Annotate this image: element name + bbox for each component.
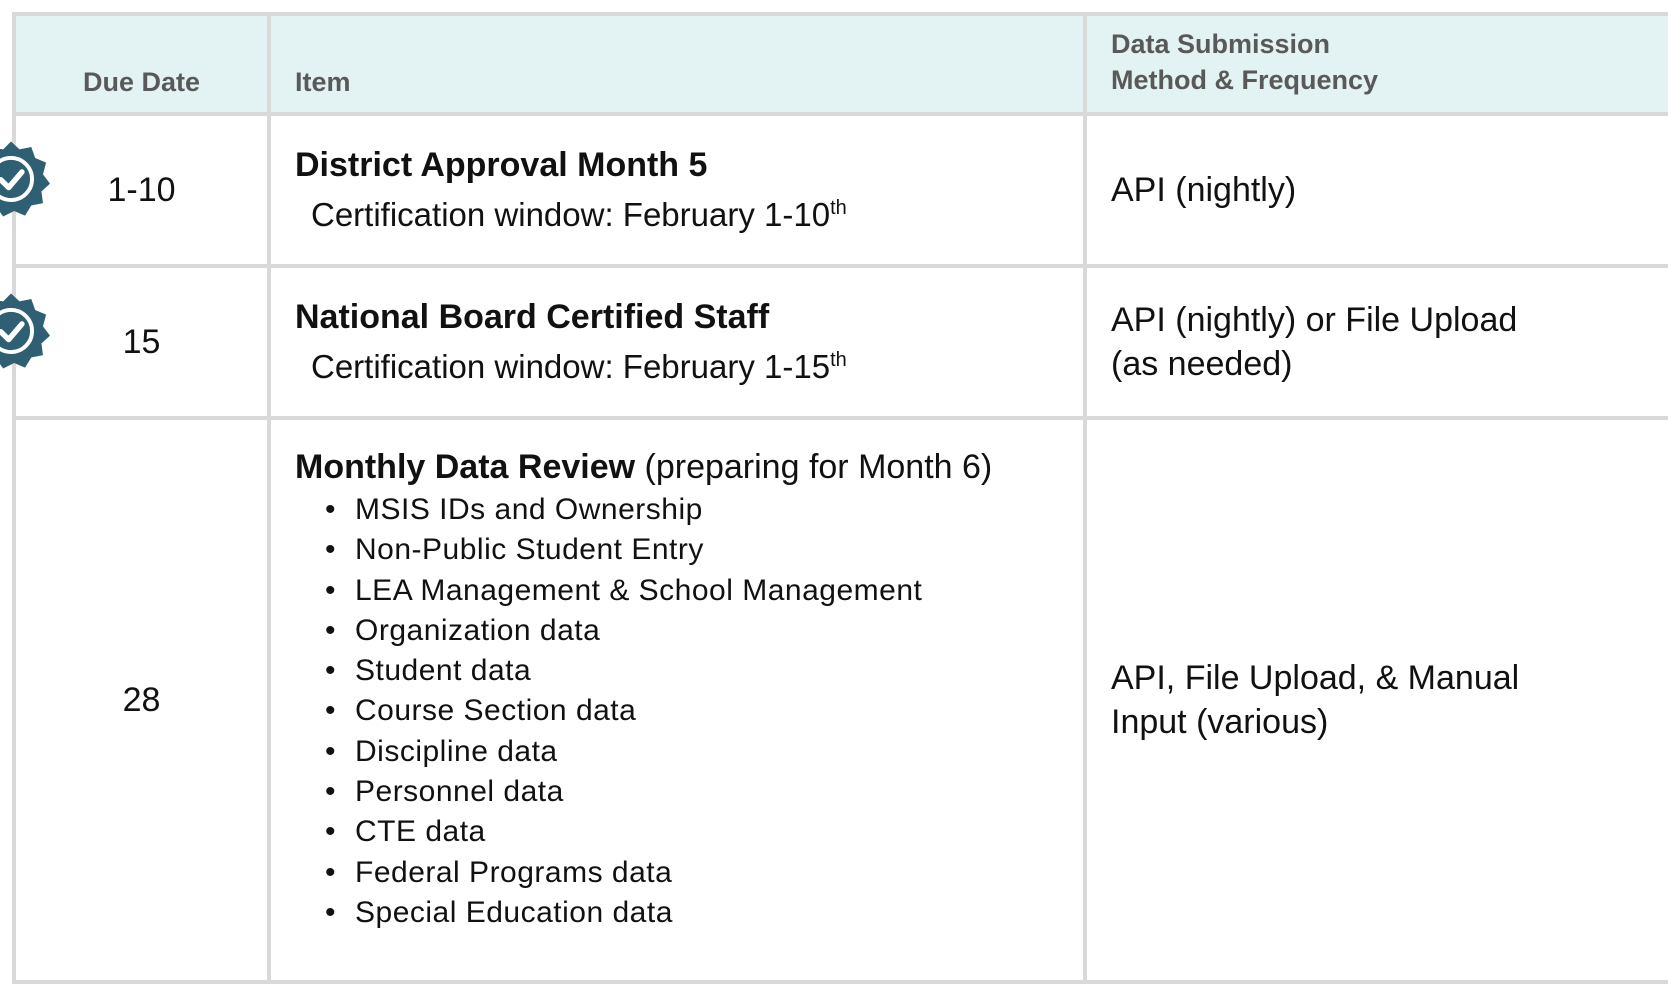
item-title: District Approval Month 5 [295, 145, 708, 184]
bullet-icon: • [325, 895, 337, 929]
list-item: • LEA Management & School Management [325, 571, 1073, 611]
table-row: 15 National Board Certified Staff Certif… [0, 264, 1668, 420]
item-cell: Monthly Data Review (preparing for Month… [267, 416, 1087, 984]
method-cell: API (nightly) or File Upload (as needed) [1083, 264, 1668, 420]
ordinal-suffix: th [830, 348, 847, 371]
item-title-suffix: (preparing for Month 6) [635, 448, 993, 486]
due-date-value: 15 [122, 322, 161, 361]
list-item-label: Student data [355, 654, 532, 688]
list-item: • Non-Public Student Entry [325, 530, 1073, 570]
list-item-label: MSIS IDs and Ownership [355, 493, 703, 526]
schedule-table: Due Date Item Data Submission Method & F… [0, 12, 1668, 984]
due-date-value: 28 [122, 680, 161, 719]
list-item-label: Non-Public Student Entry [355, 533, 704, 567]
list-item-label: Course Section data [355, 694, 637, 728]
item-title: National Board Certified Staff [295, 297, 770, 336]
certification-window-text: Certification window: February 1-10 [311, 195, 831, 233]
due-date-cell: 28 [12, 416, 271, 984]
bullet-icon: • [325, 855, 337, 889]
list-item-label: Personnel data [355, 775, 564, 809]
table-row: 28 Monthly Data Review (preparing for Mo… [12, 416, 1668, 984]
verified-check-badge-icon [0, 141, 50, 217]
item-cell: District Approval Month 5 Certification … [267, 112, 1087, 268]
ordinal-suffix: th [830, 196, 847, 219]
bullet-icon: • [325, 493, 337, 526]
list-item: • Student data [325, 651, 1073, 691]
column-header-method: Data Submission Method & Frequency [1083, 12, 1668, 116]
due-date-value: 1-10 [107, 170, 176, 209]
bullet-icon: • [325, 654, 337, 688]
list-item: • Personnel data [325, 772, 1073, 812]
method-cell: API, File Upload, & Manual Input (variou… [1083, 416, 1668, 984]
column-header-due-date: Due Date [12, 12, 271, 116]
item-title: Monthly Data Review [295, 448, 636, 486]
bullet-icon: • [325, 613, 337, 647]
page: Due Date Item Data Submission Method & F… [0, 0, 1668, 1008]
list-item: • Course Section data [325, 691, 1073, 731]
certification-window-text: Certification window: February 1-15 [311, 347, 831, 385]
method-line1: API (nightly) or File Upload [1111, 301, 1518, 339]
list-item: • CTE data [325, 812, 1073, 852]
table-row: 1-10 District Approval Month 5 Certifica… [0, 112, 1668, 268]
column-header-item: Item [267, 12, 1087, 116]
bullet-icon: • [325, 734, 337, 768]
list-item: • Federal Programs data [325, 853, 1073, 893]
list-item-label: Federal Programs data [355, 855, 673, 889]
data-review-list: • MSIS IDs and Ownership • Non-Public Stud… [295, 490, 1073, 933]
list-item-label: CTE data [355, 815, 486, 849]
item-heading: Monthly Data Review (preparing for Month… [295, 446, 1073, 488]
bullet-icon: • [325, 694, 337, 728]
method-line2: (as needed) [1111, 345, 1293, 383]
method-cell: API (nightly) [1083, 112, 1668, 268]
bullet-icon: • [325, 815, 337, 849]
table-header-row: Due Date Item Data Submission Method & F… [12, 12, 1668, 116]
bullet-icon: • [325, 573, 337, 607]
method-line2: Input (various) [1111, 703, 1329, 741]
list-item-label: Organization data [355, 613, 601, 647]
bullet-icon: • [325, 533, 337, 567]
due-date-cell: 1-10 [0, 112, 271, 268]
list-item-label: Discipline data [355, 734, 558, 768]
item-certification-window: Certification window: February 1-10th [295, 186, 1073, 237]
method-line1: API, File Upload, & Manual [1111, 659, 1520, 697]
list-item: • Discipline data [325, 732, 1073, 772]
item-cell: National Board Certified Staff Certifica… [267, 264, 1087, 420]
list-item-label: LEA Management & School Management [355, 573, 923, 607]
item-certification-window: Certification window: February 1-15th [295, 338, 1073, 389]
bullet-icon: • [325, 775, 337, 809]
list-item: • Organization data [325, 611, 1073, 651]
list-item: • MSIS IDs and Ownership [325, 490, 1073, 530]
column-header-method-line2: Method & Frequency [1111, 65, 1379, 95]
list-item: • Special Education data [325, 893, 1073, 933]
due-date-cell: 15 [0, 264, 271, 420]
list-item-label: Special Education data [355, 895, 673, 929]
column-header-method-line1: Data Submission [1111, 29, 1331, 59]
verified-check-badge-icon [0, 293, 50, 369]
